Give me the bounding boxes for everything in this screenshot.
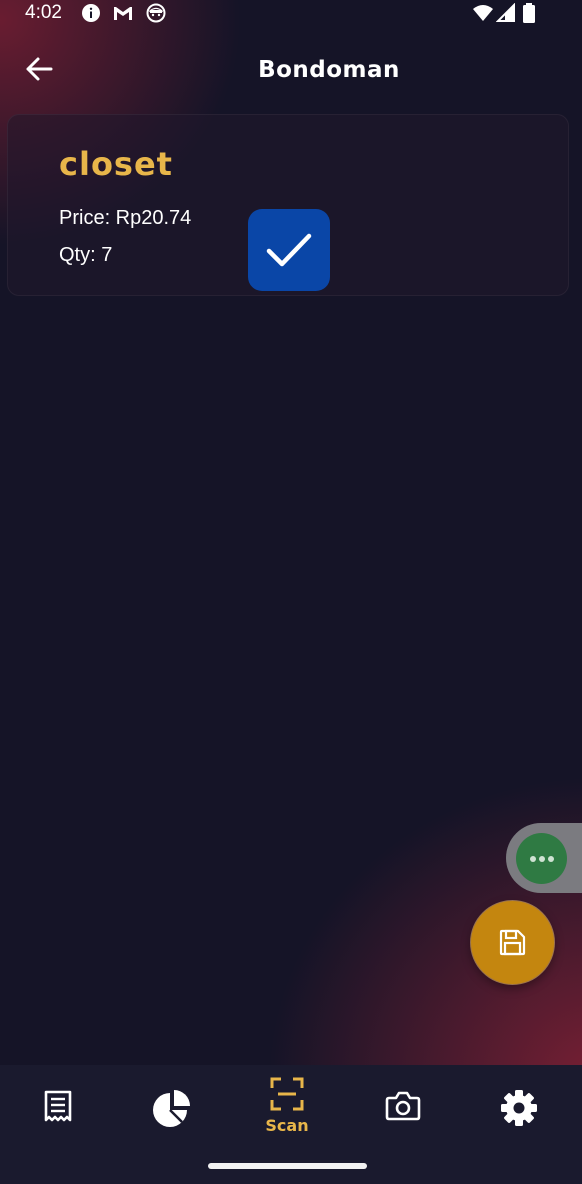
- nav-item-scan-label: Scan: [265, 1116, 309, 1135]
- check-button[interactable]: [248, 209, 330, 291]
- settings-icon: [501, 1090, 537, 1126]
- gesture-nav-area: [0, 1150, 582, 1184]
- page-title: Bondoman: [258, 57, 400, 83]
- item-qty: Qty: 7: [59, 244, 113, 266]
- home-indicator[interactable]: [208, 1163, 367, 1169]
- floating-bubble-button[interactable]: [516, 833, 567, 884]
- info-icon: [81, 3, 101, 23]
- camera-icon: [385, 1091, 421, 1121]
- scan-icon: [270, 1077, 304, 1111]
- nav-item-camera[interactable]: [345, 1065, 461, 1150]
- battery-icon: [522, 3, 536, 23]
- face-icon: [146, 3, 166, 23]
- nav-item-settings[interactable]: [461, 1065, 577, 1150]
- wifi-icon: [472, 3, 494, 23]
- pie-chart-icon: [153, 1090, 190, 1127]
- screen: 4:02 Bondoman closet Price: Rp20.74 Qty:…: [0, 0, 582, 1184]
- item-card: closet Price: Rp20.74 Qty: 7: [7, 114, 569, 296]
- nav-item-statistics[interactable]: [116, 1065, 232, 1150]
- item-name: closet: [59, 145, 173, 183]
- nav-item-scan[interactable]: Scan: [229, 1065, 345, 1150]
- item-price: Price: Rp20.74: [59, 207, 192, 229]
- check-icon: [266, 233, 312, 267]
- status-time: 4:02: [25, 2, 62, 23]
- gmail-icon: [112, 3, 132, 23]
- cell-signal-icon: [495, 2, 516, 23]
- save-fab-button[interactable]: [471, 901, 554, 984]
- status-bar: 4:02: [0, 0, 582, 26]
- save-icon: [499, 929, 526, 956]
- receipt-icon: [44, 1090, 72, 1122]
- bottom-nav: Scan: [0, 1065, 582, 1150]
- nav-item-transactions[interactable]: [0, 1065, 116, 1150]
